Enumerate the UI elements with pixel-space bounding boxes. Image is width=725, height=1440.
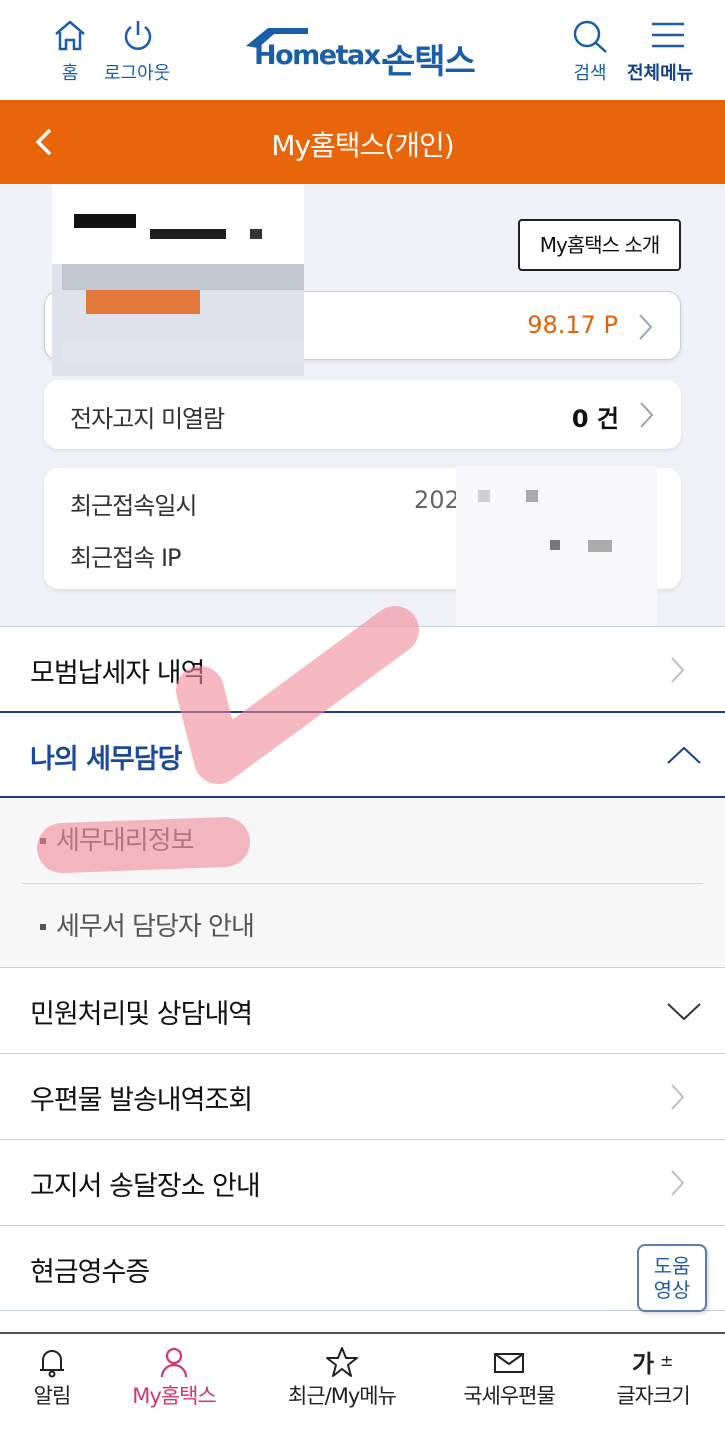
submenu-my-tax-officer: 세무대리정보 세무서 담당자 안내	[0, 798, 725, 967]
menu-item-civil-petition[interactable]: 민원처리및 상담내역	[0, 967, 725, 1053]
home-label: 홈	[61, 63, 79, 84]
search-button[interactable]: 검색	[570, 18, 610, 85]
last-ip-label: 최근접속 IP	[70, 544, 181, 572]
logo-english: Hometax.	[254, 40, 390, 71]
submenu-item-label: 세무대리정보	[56, 826, 195, 856]
envelope-icon	[494, 1353, 524, 1373]
help-video-line1: 도움	[653, 1254, 691, 1278]
nav-font-size[interactable]: 가 ± 글자크기	[610, 1346, 696, 1410]
bullet-icon	[40, 924, 46, 930]
page-title-bar: My홈택스(개인)	[0, 100, 725, 184]
menu-item-mail-history[interactable]: 우편물 발송내역조회	[0, 1053, 725, 1139]
search-label: 검색	[573, 63, 607, 84]
nav-label: 글자크기	[616, 1384, 690, 1408]
redacted-strip-top	[62, 264, 304, 290]
redacted-dot-4	[588, 540, 612, 552]
menu-item-label: 나의 세무담당	[30, 744, 182, 775]
bell-icon	[40, 1350, 64, 1378]
nav-myhometax[interactable]: My홈택스	[124, 1346, 224, 1410]
home-button[interactable]: 홈	[52, 18, 88, 85]
menu-item-label: 현금영수증	[30, 1257, 150, 1288]
chevron-right-icon	[671, 1084, 685, 1110]
bullet-icon	[40, 838, 46, 844]
chevron-right-icon	[640, 402, 654, 428]
chevron-right-icon	[671, 1170, 685, 1196]
redacted-strip-bottom	[62, 340, 304, 364]
svg-text:±: ±	[660, 1351, 672, 1370]
submenu-item-office-contact[interactable]: 세무서 담당자 안내	[22, 884, 703, 970]
nav-recent-my-menu[interactable]: 최근/My메뉴	[280, 1346, 404, 1410]
menu-item-bill-delivery[interactable]: 고지서 송달장소 안내	[0, 1139, 725, 1225]
page-title: My홈택스(개인)	[271, 129, 454, 162]
menu-item-cash-receipt[interactable]: 현금영수증	[0, 1225, 725, 1311]
top-header: 홈 로그아웃 Hometax. 손택스 검색 전체메뉴	[0, 0, 725, 100]
menu-item-model-taxpayer[interactable]: 모범납세자 내역	[0, 626, 725, 712]
svg-text:가: 가	[632, 1350, 654, 1378]
submenu-item-tax-agent-info[interactable]: 세무대리정보	[22, 798, 703, 884]
home-icon	[55, 20, 85, 51]
menu-item-label: 민원처리및 상담내역	[30, 999, 253, 1030]
chevron-right-icon	[671, 657, 685, 683]
menu-item-label: 고지서 송달장소 안내	[30, 1171, 261, 1202]
menu-item-my-tax-officer[interactable]: 나의 세무담당	[0, 711, 725, 798]
last-access-value: 202	[414, 486, 460, 514]
myhometax-intro-button[interactable]: My홈택스 소개	[518, 219, 681, 271]
power-icon	[124, 21, 151, 50]
logout-button[interactable]: 로그아웃	[104, 18, 170, 85]
chevron-down-icon	[667, 1003, 701, 1021]
help-video-button[interactable]: 도움 영상	[637, 1244, 707, 1312]
nav-notifications[interactable]: 알림	[30, 1346, 74, 1410]
hometax-logo[interactable]: Hometax. 손택스	[244, 24, 484, 82]
redacted-dot-1	[478, 490, 490, 502]
logout-label: 로그아웃	[104, 63, 171, 84]
unread-notice-label: 전자고지 미열람	[70, 405, 225, 433]
bottom-navigation: 알림 My홈택스 최근/My메뉴 국세우편물 가 ± 글자크기	[0, 1332, 725, 1440]
redacted-name-bar-2	[150, 229, 226, 239]
nav-tax-mail[interactable]: 국세우편물	[456, 1346, 562, 1410]
star-icon	[326, 1347, 358, 1377]
nav-label: 최근/My메뉴	[288, 1384, 397, 1408]
help-video-line2: 영상	[653, 1278, 691, 1302]
font-size-icon: 가 ±	[632, 1350, 673, 1378]
chevron-up-icon	[667, 746, 701, 764]
redacted-orange-block	[86, 290, 200, 314]
redacted-dot-3	[550, 540, 560, 550]
person-icon	[160, 1347, 188, 1378]
redacted-name-bar-1	[74, 214, 136, 228]
full-menu-button[interactable]: 전체메뉴	[627, 18, 693, 85]
hamburger-icon	[652, 22, 685, 48]
redacted-dot-2	[526, 490, 538, 502]
logo-korean: 손택스	[384, 42, 476, 82]
unread-notice-card[interactable]: 전자고지 미열람 0 건	[44, 380, 681, 449]
unread-notice-value: 0 건	[571, 405, 619, 433]
nav-label: 알림	[33, 1384, 72, 1408]
search-icon	[573, 20, 607, 53]
full-menu-label: 전체메뉴	[627, 63, 694, 84]
points-value: 98.17 P	[527, 311, 618, 339]
last-access-label: 최근접속일시	[70, 492, 197, 520]
redacted-name-bar-3	[250, 229, 262, 239]
chevron-right-icon	[639, 314, 653, 340]
menu-item-label: 우편물 발송내역조회	[30, 1085, 253, 1116]
nav-label: My홈택스	[132, 1384, 217, 1408]
menu-item-label: 모범납세자 내역	[30, 658, 205, 689]
nav-label: 국세우편물	[463, 1384, 556, 1408]
submenu-item-label: 세무서 담당자 안내	[56, 912, 255, 942]
